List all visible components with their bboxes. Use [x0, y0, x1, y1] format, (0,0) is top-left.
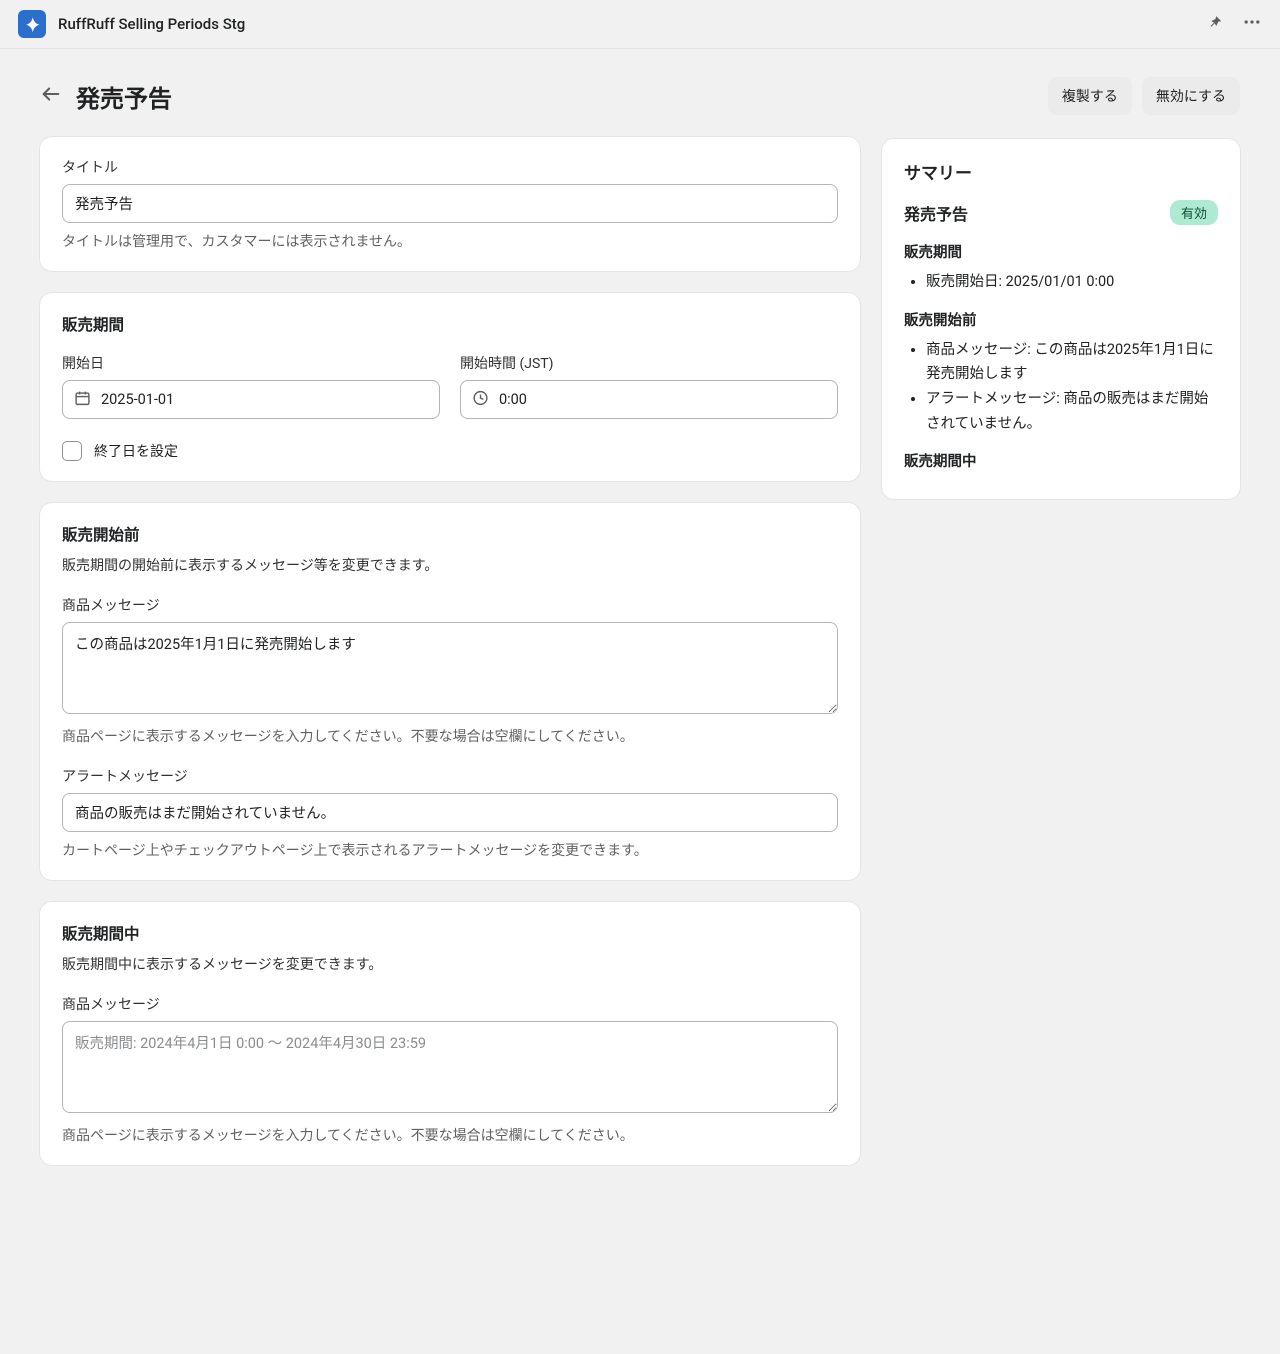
summary-card: サマリー 発売予告 有効 販売期間 販売開始日: 2025/01/01 0:00… — [882, 139, 1240, 499]
period-card: 販売期間 開始日 開始時間 (JST) — [40, 293, 860, 481]
duplicate-button[interactable]: 複製する — [1048, 77, 1132, 115]
before-alert-msg-label: アラートメッセージ — [62, 766, 838, 786]
status-badge: 有効 — [1170, 200, 1218, 225]
back-arrow-icon[interactable] — [40, 83, 62, 109]
topbar: RuffRuff Selling Periods Stg — [0, 0, 1280, 49]
before-product-msg-help: 商品ページに表示するメッセージを入力してください。不要な場合は空欄にしてください… — [62, 726, 838, 746]
set-end-date-label: 終了日を設定 — [94, 441, 178, 461]
title-help: タイトルは管理用で、カスタマーには表示されません。 — [62, 231, 838, 251]
calendar-icon — [74, 389, 91, 410]
before-sale-card: 販売開始前 販売期間の開始前に表示するメッセージ等を変更できます。 商品メッセー… — [40, 503, 860, 880]
during-product-msg-label: 商品メッセージ — [62, 994, 838, 1014]
during-product-msg-help: 商品ページに表示するメッセージを入力してください。不要な場合は空欄にしてください… — [62, 1125, 838, 1145]
before-alert-msg-help: カートページ上やチェックアウトページ上で表示されるアラートメッセージを変更できま… — [62, 840, 838, 860]
page-title: 発売予告 — [76, 79, 172, 114]
start-date-label: 開始日 — [62, 353, 440, 373]
app-title: RuffRuff Selling Periods Stg — [58, 15, 245, 33]
start-time-label: 開始時間 (JST) — [460, 353, 838, 373]
summary-before-label: 販売開始前 — [904, 309, 1218, 330]
period-title: 販売期間 — [62, 313, 838, 335]
app-icon — [18, 10, 46, 38]
during-sale-card: 販売期間中 販売期間中に表示するメッセージを変更できます。 商品メッセージ 商品… — [40, 902, 860, 1165]
before-product-msg-label: 商品メッセージ — [62, 595, 838, 615]
clock-icon — [472, 389, 489, 410]
title-card: タイトル タイトルは管理用で、カスタマーには表示されません。 — [40, 137, 860, 271]
start-date-input[interactable] — [62, 380, 440, 419]
summary-name: 発売予告 — [904, 201, 968, 225]
summary-title: サマリー — [904, 159, 1218, 184]
before-alert-msg-input[interactable] — [62, 793, 838, 832]
summary-period-item: 販売開始日: 2025/01/01 0:00 — [926, 270, 1218, 295]
title-input[interactable] — [62, 184, 838, 223]
before-sub: 販売期間の開始前に表示するメッセージ等を変更できます。 — [62, 555, 838, 575]
page-header: 発売予告 複製する 無効にする — [40, 77, 1240, 115]
summary-before-item1: 商品メッセージ: この商品は2025年1月1日に発売開始します — [926, 338, 1218, 387]
set-end-date-checkbox[interactable] — [62, 441, 82, 461]
disable-button[interactable]: 無効にする — [1142, 77, 1240, 115]
start-time-input[interactable] — [460, 380, 838, 419]
before-product-msg-input[interactable] — [62, 622, 838, 714]
during-product-msg-input[interactable] — [62, 1021, 838, 1113]
during-sub: 販売期間中に表示するメッセージを変更できます。 — [62, 954, 838, 974]
summary-before-item2: アラートメッセージ: 商品の販売はまだ開始されていません。 — [926, 387, 1218, 436]
title-label: タイトル — [62, 157, 838, 177]
summary-during-label: 販売期間中 — [904, 450, 1218, 471]
during-title: 販売期間中 — [62, 922, 838, 944]
more-icon[interactable] — [1242, 12, 1262, 36]
pin-icon[interactable] — [1207, 14, 1224, 35]
summary-period-label: 販売期間 — [904, 241, 1218, 262]
before-title: 販売開始前 — [62, 523, 838, 545]
